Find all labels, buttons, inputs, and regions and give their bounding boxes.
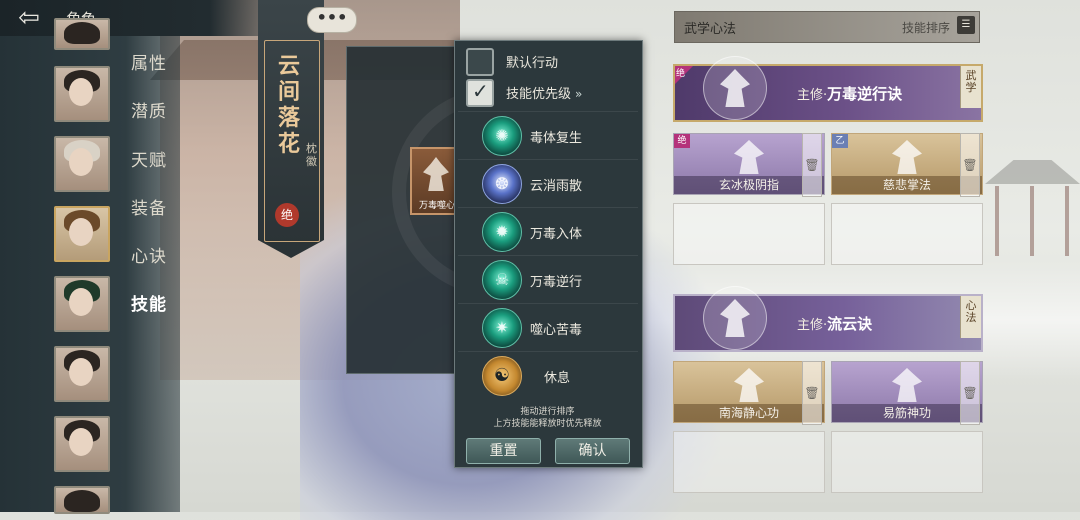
double-chevron-right-icon: » (575, 87, 583, 101)
trash-icon[interactable]: 🗑 (802, 133, 822, 197)
skill-name: 万毒逆行 (530, 275, 583, 290)
section-title: 武学心法 (684, 22, 737, 37)
menu-mind[interactable]: 心诀 (131, 242, 167, 267)
check-icon: ✓ (472, 79, 489, 103)
skull-skill-icon: ☠ (482, 260, 522, 300)
figure-icon (892, 140, 922, 174)
skill-name: 万毒入体 (530, 227, 583, 242)
menu-equipment[interactable]: 装备 (131, 194, 167, 219)
meditate-icon: ☯ (482, 356, 522, 396)
character-subtitle: 枕徽 (306, 142, 317, 168)
trash-icon[interactable]: 🗑 (960, 361, 980, 425)
empty-slot[interactable] (831, 431, 983, 493)
character-name: 云间落花 (277, 54, 300, 157)
list-item[interactable]: ✺ 毒体复生 (458, 111, 638, 159)
skill-name: 云消雨散 (530, 179, 583, 194)
checkbox-checked[interactable]: ✓ (466, 79, 494, 107)
back-button[interactable]: ⇦ (6, 4, 52, 32)
rank-tag: 乙 (832, 134, 848, 148)
option-label: 技能优先级» (506, 87, 583, 102)
sort-icon[interactable]: ☰ (957, 16, 975, 34)
heart-tag: 心法 (960, 296, 981, 338)
option-label: 默认行动 (506, 56, 559, 71)
figure-icon (892, 368, 922, 402)
menu-talent[interactable]: 天赋 (131, 146, 167, 171)
character-portrait[interactable] (54, 276, 110, 332)
list-item[interactable]: ❂ 云消雨散 (458, 159, 638, 207)
menu-skills[interactable]: 技能 (131, 290, 167, 315)
arrow-left-icon: ⇦ (18, 3, 40, 33)
trash-icon[interactable]: 🗑 (960, 133, 980, 197)
menu-potential[interactable]: 潜质 (131, 97, 167, 122)
menu-attributes[interactable]: 属性 (131, 49, 167, 74)
character-portrait-selected[interactable] (54, 206, 110, 262)
list-item[interactable]: ✷ 噬心苦毒 (458, 303, 638, 351)
heart-poison-skill-icon: ✷ (482, 308, 522, 348)
list-item[interactable]: ✹ 万毒入体 (458, 207, 638, 255)
main-skill-text: 主修·万毒逆行诀 (797, 85, 903, 103)
character-portrait[interactable] (54, 486, 110, 514)
empty-slot[interactable] (673, 203, 825, 265)
character-portrait[interactable] (54, 66, 110, 122)
martial-main-card[interactable]: 绝 主修·万毒逆行诀 武学 (673, 56, 983, 122)
empty-slot[interactable] (673, 431, 825, 493)
trash-icon[interactable]: 🗑 (802, 361, 822, 425)
main-skill-text: 主修·流云诀 (797, 315, 873, 333)
empty-slot[interactable] (831, 203, 983, 265)
figure-icon (734, 368, 764, 402)
cloud-skill-icon: ❂ (482, 164, 522, 204)
more-button[interactable]: ••• (307, 7, 357, 33)
top-bar: ⇦ 角色 (0, 0, 300, 36)
checkbox[interactable] (466, 48, 494, 76)
heart-emblem-icon (703, 286, 767, 350)
sort-label[interactable]: 技能排序 (902, 19, 950, 36)
figure-icon (423, 157, 449, 191)
rank-tag: 绝 (674, 134, 690, 148)
martial-tag: 武学 (960, 66, 981, 108)
character-portrait[interactable] (54, 18, 110, 50)
pavilion (985, 130, 1080, 260)
rank-corner-label: 绝 (676, 69, 686, 79)
character-portrait[interactable] (54, 136, 110, 192)
martial-emblem-icon (703, 56, 767, 120)
list-item[interactable]: ☠ 万毒逆行 (458, 255, 638, 303)
list-item[interactable]: ☯ 休息 (458, 351, 638, 399)
character-portrait[interactable] (54, 416, 110, 472)
confirm-button[interactable]: 确认 (555, 438, 630, 464)
character-portrait[interactable] (54, 346, 110, 402)
heart-main-card[interactable]: 主修·流云诀 心法 (673, 286, 983, 352)
figure-icon (734, 140, 764, 174)
popup-hint: 拖动进行排序 上方技能能释放时优先释放 (493, 407, 602, 429)
poison-skill-icon: ✺ (482, 116, 522, 156)
skill-name: 毒体复生 (530, 131, 583, 146)
poison-body-skill-icon: ✹ (482, 212, 522, 252)
rank-seal: 绝 (275, 203, 299, 227)
reset-button[interactable]: 重置 (466, 438, 541, 464)
skill-name: 噬心苦毒 (530, 323, 583, 338)
skill-name: 休息 (544, 371, 571, 386)
